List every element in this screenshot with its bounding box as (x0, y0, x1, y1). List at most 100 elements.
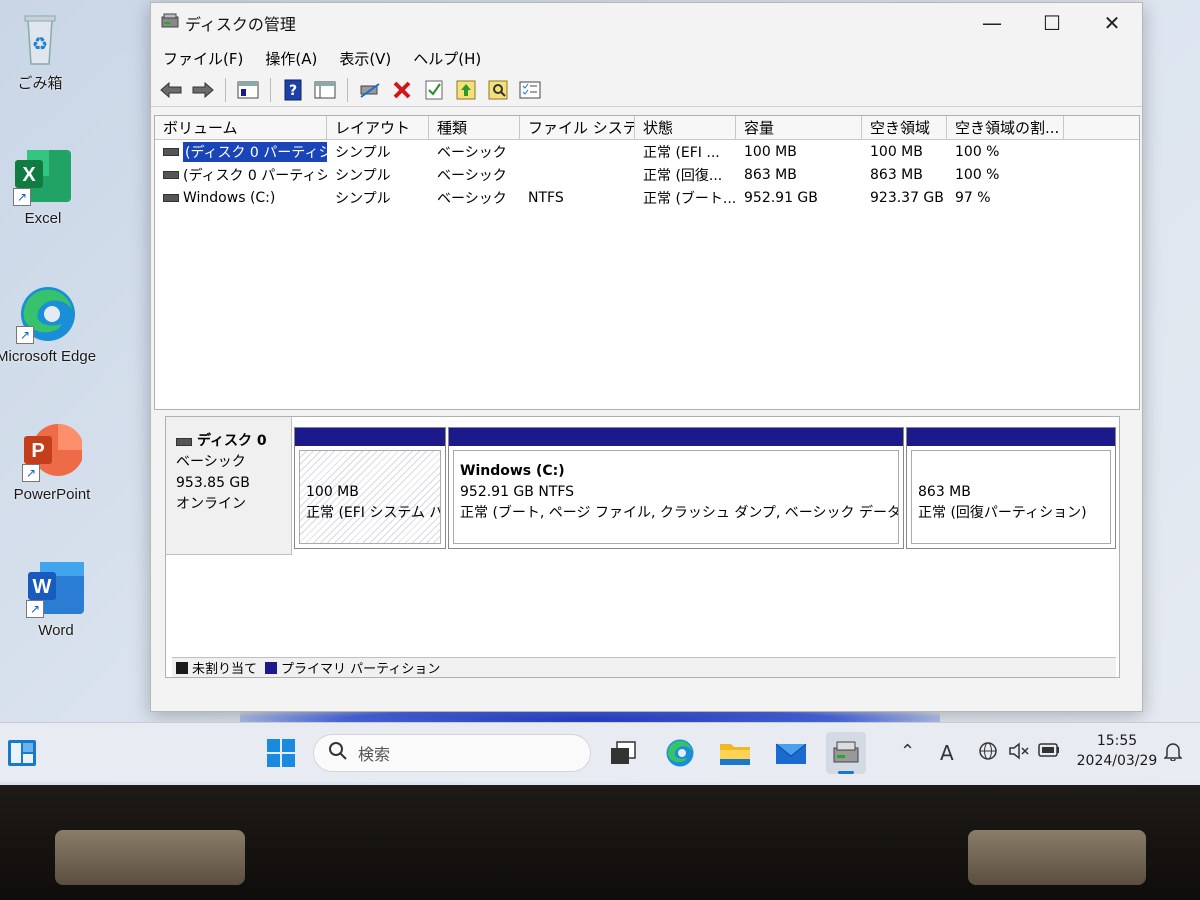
disk-management-window: ディスクの管理 — ☐ ✕ ファイル(F) 操作(A) 表示(V) ヘルプ(H)… (150, 2, 1143, 712)
chevron-up-icon[interactable]: ⌃ (900, 741, 915, 762)
desktop-icon-powerpoint[interactable]: P ↗ PowerPoint (2, 422, 102, 503)
taskbar-clock[interactable]: 15:55 2024/03/29 (1072, 731, 1162, 771)
maximize-button[interactable]: ☐ (1022, 3, 1082, 43)
table-row[interactable]: (ディスク 0 パーティショ... シンプル ベーシック 正常 (回復... 8… (155, 163, 1139, 186)
volume-capacity: 100 MB (744, 143, 797, 160)
disk-state: オンライン (176, 496, 246, 512)
shortcut-arrow-icon: ↗ (16, 326, 34, 344)
minimize-button[interactable]: — (962, 3, 1022, 43)
volume-free-percent: 100 % (955, 143, 1000, 160)
svg-text:X: X (22, 164, 36, 186)
volume-layout: シンプル (335, 144, 391, 161)
volume-status: 正常 (回復... (643, 167, 723, 184)
partition-efi[interactable]: 100 MB 正常 (EFI システム パー (294, 427, 446, 549)
partition-status: 正常 (ブート, ページ ファイル, クラッシュ ダンプ, ベーシック データ … (460, 505, 899, 521)
volume-list-header: ボリューム レイアウト 種類 ファイル システム 状態 容量 空き領域 空き領域… (155, 116, 1139, 140)
connect-icon[interactable] (356, 76, 384, 104)
globe-network-icon[interactable] (978, 741, 998, 766)
menu-help[interactable]: ヘルプ(H) (413, 48, 481, 69)
column-header-layout[interactable]: レイアウト (327, 116, 429, 139)
mail-icon[interactable] (774, 736, 808, 770)
edge-taskbar-icon[interactable] (662, 736, 696, 770)
delete-icon[interactable] (388, 76, 416, 104)
recycle-bin-icon: ♻ (10, 8, 70, 68)
desktop: ♻ ごみ箱 X ↗ Excel ↗ Microsoft Edge P ↗ Pow… (0, 0, 1200, 785)
menu-view[interactable]: 表示(V) (339, 48, 391, 69)
table-row[interactable]: Windows (C:) シンプル ベーシック NTFS 正常 (ブート... … (155, 186, 1139, 209)
file-explorer-icon[interactable] (718, 736, 752, 770)
desktop-icon-label: ごみ箱 (17, 75, 63, 92)
graphical-disk-view: ディスク 0 ベーシック 953.85 GB オンライン 100 MB 正常 (… (165, 416, 1120, 678)
laptop-hinge-left (55, 830, 245, 885)
desktop-icon-recycle-bin[interactable]: ♻ ごみ箱 (0, 8, 90, 93)
desktop-icon-edge[interactable]: ↗ Microsoft Edge (0, 284, 96, 365)
import-icon[interactable] (452, 76, 480, 104)
clock-time: 15:55 (1096, 733, 1138, 749)
disk-info-panel[interactable]: ディスク 0 ベーシック 953.85 GB オンライン (166, 417, 292, 555)
partition-size: 100 MB (306, 484, 359, 500)
help-icon[interactable]: ? (279, 76, 307, 104)
back-arrow-icon[interactable] (157, 76, 185, 104)
close-button[interactable]: ✕ (1082, 3, 1142, 43)
column-header-capacity[interactable]: 容量 (736, 116, 862, 139)
svg-text:?: ? (289, 83, 297, 99)
column-header-filesystem[interactable]: ファイル システム (520, 116, 635, 139)
title-bar[interactable]: ディスクの管理 — ☐ ✕ (151, 3, 1142, 43)
forward-arrow-icon[interactable] (189, 76, 217, 104)
desktop-icon-label: Word (38, 622, 74, 639)
partition-status: 正常 (EFI システム パー (306, 505, 440, 521)
task-view-icon[interactable] (606, 736, 640, 770)
active-indicator (838, 771, 854, 774)
table-row[interactable]: (ディスク 0 パーティショ... シンプル ベーシック 正常 (EFI ...… (155, 140, 1139, 163)
check-icon[interactable] (420, 76, 448, 104)
speaker-muted-icon[interactable] (1008, 741, 1030, 766)
disk-management-taskbar-icon[interactable] (826, 732, 866, 774)
volume-capacity: 863 MB (744, 166, 797, 183)
volume-name: Windows (C:) (183, 189, 276, 206)
laptop-hinge-right (968, 830, 1146, 885)
svg-text:W: W (33, 576, 52, 598)
search-placeholder: 検索 (358, 745, 391, 764)
list-icon[interactable] (516, 76, 544, 104)
volume-free-space: 923.37 GB (870, 189, 944, 206)
desktop-icon-label: PowerPoint (13, 486, 91, 503)
svg-text:♻: ♻ (32, 34, 48, 54)
partition-size: 863 MB (918, 484, 971, 500)
volume-free-percent: 97 % (955, 189, 991, 206)
column-header-volume[interactable]: ボリューム (155, 116, 327, 139)
desktop-icon-word[interactable]: W ↗ Word (6, 558, 106, 639)
menu-action[interactable]: 操作(A) (265, 48, 317, 69)
partition-recovery[interactable]: 863 MB 正常 (回復パーティション) (906, 427, 1116, 549)
legend-swatch-unallocated (176, 662, 188, 674)
legend-swatch-primary (265, 662, 278, 674)
start-icon[interactable] (264, 736, 298, 770)
notification-bell-icon[interactable] (1163, 741, 1183, 766)
view-icon[interactable] (311, 76, 339, 104)
toolbar-separator (225, 77, 226, 102)
word-icon: W ↗ (26, 558, 86, 618)
ime-indicator[interactable]: A (940, 741, 954, 765)
volume-free-space: 100 MB (870, 143, 923, 160)
partition-bar (907, 428, 1115, 446)
volume-drive-icon (163, 170, 179, 179)
taskbar: 検索 ⌃ A 15:55 2024/03/29 (0, 722, 1200, 782)
volume-free-percent: 100 % (955, 166, 1000, 183)
column-header-type[interactable]: 種類 (429, 116, 520, 139)
battery-icon[interactable] (1038, 741, 1060, 762)
column-header-free-percent[interactable]: 空き領域の割... (947, 116, 1064, 139)
volume-capacity: 952.91 GB (744, 189, 818, 206)
column-header-free-space[interactable]: 空き領域 (862, 116, 947, 139)
desktop-icon-excel[interactable]: X ↗ Excel (0, 146, 93, 227)
partition-label (918, 461, 1110, 482)
clock-date: 2024/03/29 (1076, 753, 1158, 769)
column-header-status[interactable]: 状態 (635, 116, 736, 139)
disk-name: ディスク 0 (197, 433, 267, 449)
taskbar-search-box[interactable]: 検索 (313, 734, 591, 772)
menu-file[interactable]: ファイル(F) (163, 48, 243, 69)
search-icon[interactable] (484, 76, 512, 104)
volume-type: ベーシック (437, 190, 507, 207)
volume-drive-icon (163, 193, 179, 202)
properties-icon[interactable] (234, 76, 262, 104)
widgets-icon[interactable] (5, 736, 39, 770)
partition-windows-c[interactable]: Windows (C:) 952.91 GB NTFS 正常 (ブート, ページ… (448, 427, 904, 549)
